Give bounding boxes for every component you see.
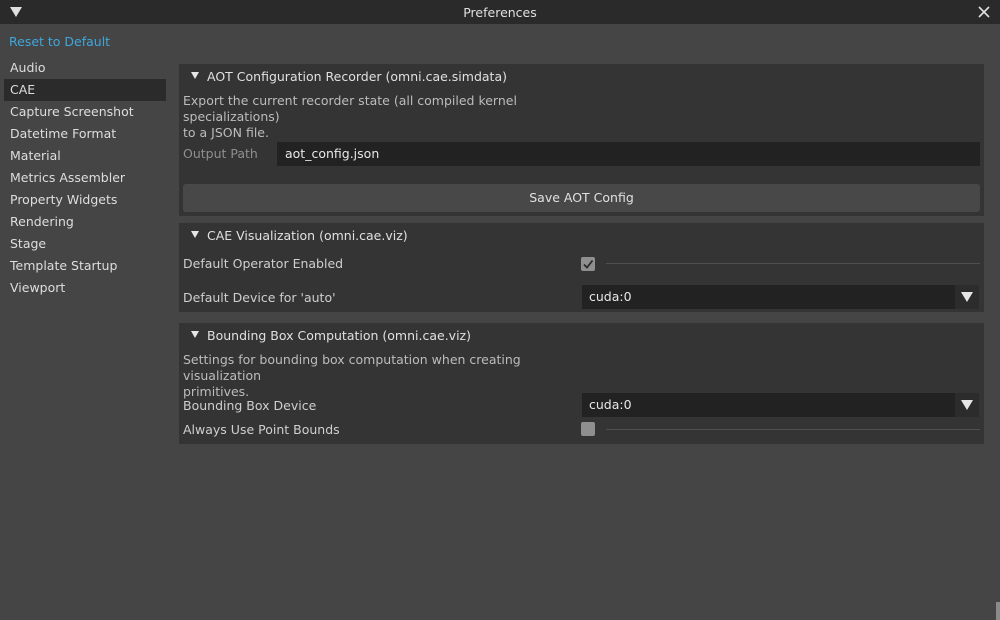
bounding-box-device-label: Bounding Box Device — [183, 398, 317, 413]
sidebar-item-datetime-format[interactable]: Datetime Format — [4, 123, 166, 145]
default-device-label: Default Device for 'auto' — [183, 290, 336, 305]
bounding-box-panel: Bounding Box Computation (omni.cae.viz) … — [179, 323, 984, 444]
window-title: Preferences — [463, 5, 537, 20]
aot-panel-header[interactable]: AOT Configuration Recorder (omni.cae.sim… — [179, 64, 984, 88]
viz-panel-header[interactable]: CAE Visualization (omni.cae.viz) — [179, 223, 984, 247]
sidebar: Audio CAE Capture Screenshot Datetime Fo… — [4, 57, 166, 299]
title-bar: Preferences — [0, 0, 1000, 24]
sidebar-item-cae[interactable]: CAE — [4, 79, 166, 101]
default-device-value: cuda:0 — [589, 289, 632, 304]
viz-panel-title: CAE Visualization (omni.cae.viz) — [207, 228, 408, 243]
sidebar-item-template-startup[interactable]: Template Startup — [4, 255, 166, 277]
bbox-description: Settings for bounding box computation wh… — [183, 352, 593, 400]
collapse-triangle-icon[interactable] — [191, 231, 199, 238]
sidebar-item-rendering[interactable]: Rendering — [4, 211, 166, 233]
bounding-box-device-combobox[interactable]: cuda:0 — [582, 393, 979, 417]
bbox-panel-header[interactable]: Bounding Box Computation (omni.cae.viz) — [179, 323, 984, 347]
collapse-triangle-icon[interactable] — [191, 331, 199, 338]
collapse-triangle-icon[interactable] — [191, 72, 199, 79]
bounding-box-device-value: cuda:0 — [589, 397, 632, 412]
sidebar-item-property-widgets[interactable]: Property Widgets — [4, 189, 166, 211]
resize-handle[interactable] — [996, 602, 1000, 620]
default-operator-checkbox[interactable] — [581, 257, 595, 271]
dropdown-button[interactable] — [955, 285, 979, 309]
bbox-panel-title: Bounding Box Computation (omni.cae.viz) — [207, 328, 471, 343]
close-icon[interactable] — [976, 4, 992, 20]
aot-recorder-panel: AOT Configuration Recorder (omni.cae.sim… — [179, 64, 984, 216]
default-device-combobox[interactable]: cuda:0 — [582, 285, 979, 309]
dropdown-arrow-icon — [961, 292, 973, 302]
divider-line — [606, 429, 980, 430]
dropdown-arrow-icon — [961, 400, 973, 410]
sidebar-item-stage[interactable]: Stage — [4, 233, 166, 255]
bbox-description-line-1: Settings for bounding box computation wh… — [183, 352, 521, 383]
always-use-point-bounds-label: Always Use Point Bounds — [183, 422, 340, 437]
sidebar-item-material[interactable]: Material — [4, 145, 166, 167]
sidebar-item-audio[interactable]: Audio — [4, 57, 166, 79]
output-path-input[interactable]: aot_config.json — [277, 142, 980, 166]
save-aot-config-button[interactable]: Save AOT Config — [183, 184, 980, 212]
aot-panel-title: AOT Configuration Recorder (omni.cae.sim… — [207, 69, 507, 84]
divider-line — [606, 263, 980, 264]
always-use-point-bounds-checkbox[interactable] — [581, 422, 595, 436]
cae-visualization-panel: CAE Visualization (omni.cae.viz) Default… — [179, 223, 984, 312]
reset-to-default-link[interactable]: Reset to Default — [9, 34, 110, 49]
default-operator-label: Default Operator Enabled — [183, 256, 344, 271]
aot-description: Export the current recorder state (all c… — [183, 93, 593, 141]
aot-description-line-1: Export the current recorder state (all c… — [183, 93, 517, 124]
sidebar-item-metrics-assembler[interactable]: Metrics Assembler — [4, 167, 166, 189]
output-path-label: Output Path — [183, 146, 258, 161]
sidebar-item-capture-screenshot[interactable]: Capture Screenshot — [4, 101, 166, 123]
checkmark-icon — [583, 259, 594, 269]
dropdown-button[interactable] — [955, 393, 979, 417]
sidebar-item-viewport[interactable]: Viewport — [4, 277, 166, 299]
aot-description-line-2: to a JSON file. — [183, 125, 269, 140]
